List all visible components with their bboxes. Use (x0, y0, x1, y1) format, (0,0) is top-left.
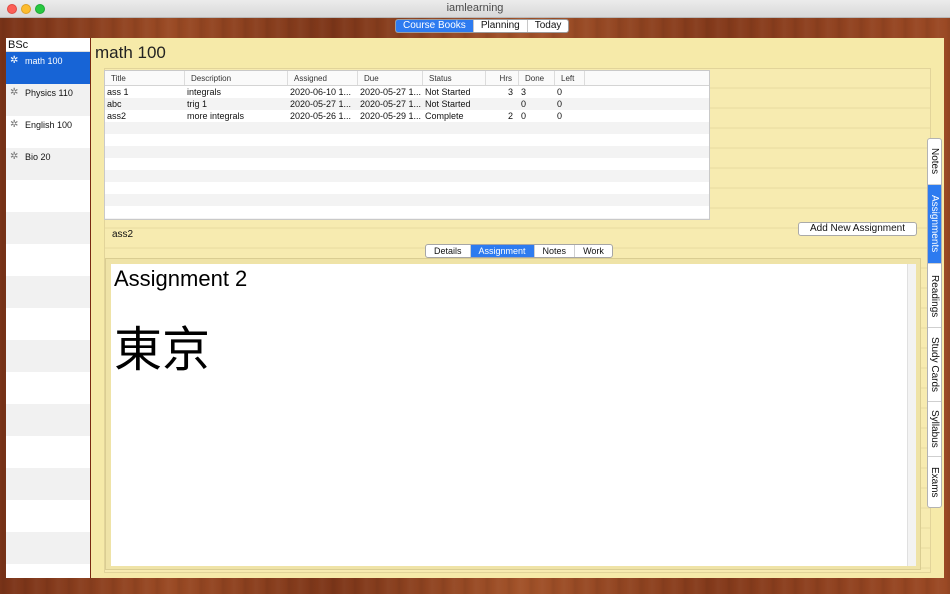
section-tabs: Notes Assignments Readings Study Cards S… (927, 138, 942, 508)
table-row[interactable]: abc trig 1 2020-05-27 1... 2020-05-27 1.… (105, 98, 709, 110)
gear-icon: ✲ (10, 55, 19, 66)
cell-left: 0 (557, 99, 563, 109)
cell-status: Not Started (425, 87, 471, 97)
cell-description: integrals (187, 87, 222, 97)
course-sidebar: BSc ✲ math 100 ✲ Physics 110 ✲ English 1… (6, 38, 90, 578)
tab-study-cards-section[interactable]: Study Cards (928, 328, 941, 402)
cell-title: ass 1 (107, 87, 129, 97)
editor-scrollbar[interactable] (907, 264, 916, 566)
cell-due: 2020-05-29 1... (360, 111, 422, 121)
cell-title: abc (107, 99, 122, 109)
tab-syllabus-section[interactable]: Syllabus (928, 402, 941, 458)
sidebar-item-label: math 100 (25, 56, 63, 66)
cell-status: Complete (425, 111, 464, 121)
sidebar-item-english-100[interactable]: ✲ English 100 (6, 116, 90, 148)
column-header-status[interactable]: Status (423, 71, 486, 85)
course-list: ✲ math 100 ✲ Physics 110 ✲ English 100 ✲… (6, 52, 90, 577)
column-header-assigned[interactable]: Assigned (288, 71, 358, 85)
cell-description: trig 1 (187, 99, 208, 109)
cell-done: 3 (521, 87, 527, 97)
document-body-text: 東京 (114, 322, 211, 378)
cell-hrs (486, 98, 519, 110)
tab-work[interactable]: Work (575, 245, 612, 257)
column-header-hrs[interactable]: Hrs (486, 71, 519, 85)
sidebar-item-label: English 100 (25, 120, 73, 130)
gear-icon: ✲ (10, 87, 19, 98)
table-body: ass 1 integrals 2020-06-10 1... 2020-05-… (105, 86, 709, 219)
tab-details[interactable]: Details (426, 245, 471, 257)
assignments-table: Title Description Assigned Due Status Hr… (104, 70, 710, 220)
tab-assignment[interactable]: Assignment (470, 245, 535, 257)
column-header-description[interactable]: Description (185, 71, 288, 85)
cell-left: 0 (557, 111, 563, 121)
sidebar-item-math-100[interactable]: ✲ math 100 (6, 52, 90, 84)
program-header: BSc (6, 38, 90, 52)
tab-exams-section[interactable]: Exams (928, 457, 941, 507)
sidebar-item-physics-110[interactable]: ✲ Physics 110 (6, 84, 90, 116)
assignment-detail-tabs: Details Assignment Notes Work (425, 244, 613, 258)
cell-due: 2020-05-27 1... (360, 87, 422, 97)
tab-readings-section[interactable]: Readings (928, 264, 941, 328)
tab-today[interactable]: Today (528, 20, 569, 32)
window-titlebar: iamlearning (0, 0, 950, 18)
sidebar-item-label: Physics 110 (25, 88, 73, 98)
cell-title: ass2 (107, 111, 127, 121)
cell-assigned: 2020-05-27 1... (290, 99, 352, 109)
gear-icon: ✲ (10, 151, 19, 162)
cell-hrs: 2 (507, 111, 513, 121)
tab-assignments-section[interactable]: Assignments (928, 184, 941, 265)
cell-assigned: 2020-06-10 1... (290, 87, 352, 97)
column-header-left[interactable]: Left (555, 71, 585, 85)
window-title: iamlearning (446, 2, 504, 14)
column-header-due[interactable]: Due (358, 71, 423, 85)
cell-done: 0 (521, 111, 527, 121)
cell-hrs: 3 (507, 87, 513, 97)
page-title: math 100 (95, 43, 166, 62)
top-view-switcher: Course Books Planning Today (395, 19, 570, 33)
table-row[interactable]: ass 1 integrals 2020-06-10 1... 2020-05-… (105, 86, 709, 98)
add-new-assignment-button[interactable]: Add New Assignment (798, 222, 917, 236)
tab-planning[interactable]: Planning (474, 20, 528, 32)
cell-description: more integrals (187, 111, 245, 121)
cell-assigned: 2020-05-26 1... (290, 111, 352, 121)
column-header-title[interactable]: Title (105, 71, 185, 85)
cell-done: 0 (521, 99, 527, 109)
assignment-text-editor[interactable]: Assignment 2 東京 (111, 264, 909, 566)
selected-assignment-label: ass2 (112, 229, 134, 240)
gear-icon: ✲ (10, 119, 19, 130)
tab-course-books[interactable]: Course Books (396, 20, 474, 32)
table-row[interactable]: ass2 more integrals 2020-05-26 1... 2020… (105, 110, 709, 122)
column-header-done[interactable]: Done (519, 71, 555, 85)
document-heading: Assignment 2 (114, 266, 248, 291)
table-header: Title Description Assigned Due Status Hr… (105, 71, 709, 86)
cell-status: Not Started (425, 99, 471, 109)
cell-due: 2020-05-27 1... (360, 99, 422, 109)
sidebar-item-label: Bio 20 (25, 152, 51, 162)
sidebar-item-bio-20[interactable]: ✲ Bio 20 (6, 148, 90, 180)
tab-notes[interactable]: Notes (535, 245, 576, 257)
tab-notes-section[interactable]: Notes (928, 139, 941, 185)
cell-left: 0 (557, 87, 563, 97)
